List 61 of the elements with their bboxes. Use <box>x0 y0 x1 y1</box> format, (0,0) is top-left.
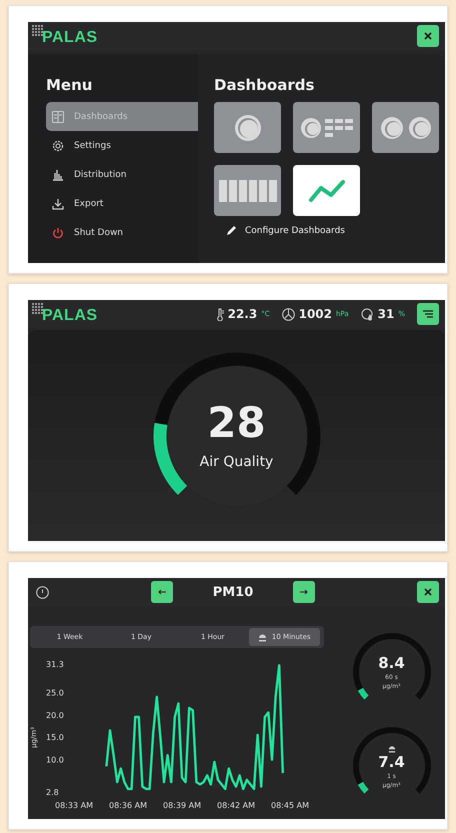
close-button[interactable] <box>417 581 439 603</box>
info-icon[interactable] <box>36 586 49 598</box>
y-tick-label: 25.0 <box>46 688 64 698</box>
close-icon <box>424 588 432 596</box>
y-tick-label: 15.0 <box>46 733 64 742</box>
live-icon <box>388 744 396 752</box>
previous-button[interactable] <box>150 581 173 603</box>
pencil-icon <box>226 225 237 236</box>
configure-dashboards-link[interactable]: Configure Dashboards <box>226 225 445 236</box>
settings-icon <box>52 140 64 152</box>
dashboard-layout-tile[interactable] <box>372 102 439 153</box>
grid-logo-icon <box>32 25 44 37</box>
gauge-dial-icon <box>282 308 295 320</box>
power-icon <box>52 226 64 238</box>
x-tick-label: 08:45 AM <box>271 801 309 810</box>
x-tick-label: 08:36 AM <box>109 801 147 810</box>
chart-title: PM10 <box>212 584 254 600</box>
gauge-value: 7.4 <box>378 752 405 770</box>
dashboard-layout-tile[interactable] <box>293 102 360 153</box>
menu-item[interactable]: Export <box>46 189 198 218</box>
dashboard-layout-tile[interactable] <box>214 102 281 153</box>
menu-icon <box>423 310 433 318</box>
x-tick-label: 08:42 AM <box>217 801 255 810</box>
gauge-value: 8.4 <box>378 654 405 672</box>
menu-title: Menu <box>46 76 94 94</box>
x-tick-label: 08:33 AM <box>55 801 93 810</box>
thermometer-icon <box>216 308 224 320</box>
two-gauges-icon <box>378 116 432 140</box>
y-tick-label: 20.0 <box>46 710 64 720</box>
x-tick-label: 08:39 AM <box>163 801 201 810</box>
close-button[interactable] <box>417 25 439 47</box>
menu-button[interactable] <box>417 303 439 325</box>
dashboards-title: Dashboards <box>214 76 316 94</box>
tiles-icon <box>218 180 276 202</box>
menu-item[interactable]: Distribution <box>46 160 198 189</box>
reading-value: 31 <box>378 307 394 321</box>
y-tick-label: 2.8 <box>46 788 59 797</box>
gauge-value: 28 <box>207 402 266 444</box>
left-arrow-icon <box>158 589 166 595</box>
download-icon <box>52 198 64 210</box>
brand-logo: PALAS <box>42 29 98 47</box>
next-button[interactable] <box>293 581 316 603</box>
droplet-icon <box>360 308 374 320</box>
close-icon <box>424 32 432 40</box>
dashboard-layout-tile[interactable] <box>214 165 281 216</box>
y-tick-label: 31.3 <box>46 660 64 669</box>
right-arrow-icon <box>300 589 308 595</box>
brand-logo: PALAS <box>42 307 98 325</box>
reading-value: 1002 <box>298 307 332 321</box>
y-tick-label: 10.0 <box>46 756 64 765</box>
menu-item[interactable]: Settings <box>46 131 198 160</box>
bar-chart-icon <box>52 168 64 180</box>
dashboard-layout-tile[interactable] <box>293 165 360 216</box>
menu-item[interactable]: Shut Down <box>46 218 198 247</box>
dashboard-icon <box>52 110 64 122</box>
line-chart-icon <box>308 178 346 202</box>
live-icon <box>258 632 267 642</box>
gauge-label: Air Quality <box>200 454 274 470</box>
reading-value: 22.3 <box>228 307 258 321</box>
gauge-icon <box>232 112 262 142</box>
grid-logo-icon <box>32 303 44 315</box>
